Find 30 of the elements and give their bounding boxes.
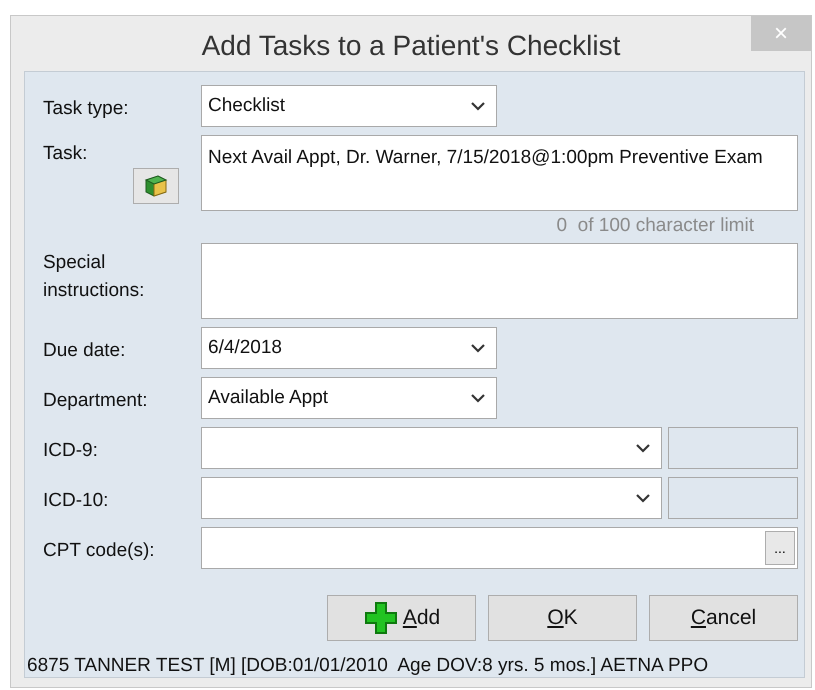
- field-label: CPT code(s):: [43, 539, 156, 563]
- task-text-field[interactable]: Next Avail Appt, Dr. Warner, 7/15/2018@1:00pm Preventive Exam: [201, 135, 798, 211]
- icd10-dropdown[interactable]: [201, 477, 662, 519]
- chevron-down-icon: [634, 492, 651, 504]
- chevron-down-icon: [470, 392, 486, 404]
- cpt-code-field[interactable]: ...: [201, 527, 798, 569]
- character-limit-note: 0 of 100 character limit: [556, 215, 754, 237]
- field-label: ICD-10:: [43, 489, 110, 513]
- window-title: Add Tasks to a Patient's Checklist: [202, 30, 620, 62]
- browse-button[interactable]: ...: [765, 531, 795, 565]
- department-dropdown[interactable]: Available Appt: [201, 377, 497, 419]
- field-label: Task type:: [43, 97, 130, 121]
- task-type-dropdown[interactable]: Checklist: [201, 85, 497, 127]
- add-button[interactable]: Add: [327, 595, 476, 641]
- field-label: Special instructions:: [43, 251, 146, 303]
- icd9-dropdown[interactable]: [201, 427, 662, 469]
- dialog-button[interactable]: OK: [488, 595, 637, 641]
- chevron-down-icon: [470, 100, 486, 112]
- dialog-button[interactable]: Cancel: [649, 595, 798, 641]
- plus-icon: [362, 600, 399, 636]
- field-label: ICD-9:: [43, 439, 99, 463]
- field-label: Task:: [43, 142, 88, 166]
- chevron-down-icon: [470, 342, 486, 354]
- field-label: Due date:: [43, 339, 126, 363]
- patient-info-text: 6875 TANNER TEST [M] [DOB:01/01/2010 Age DOV:8 yrs. 5 mos.] AETNA PPO: [27, 655, 710, 677]
- chevron-down-icon: [634, 442, 651, 454]
- book-button[interactable]: [133, 168, 179, 204]
- field-label: Department:: [43, 389, 149, 413]
- special-instructions-field[interactable]: [201, 243, 798, 319]
- due-date-dropdown[interactable]: 6/4/2018: [201, 327, 497, 369]
